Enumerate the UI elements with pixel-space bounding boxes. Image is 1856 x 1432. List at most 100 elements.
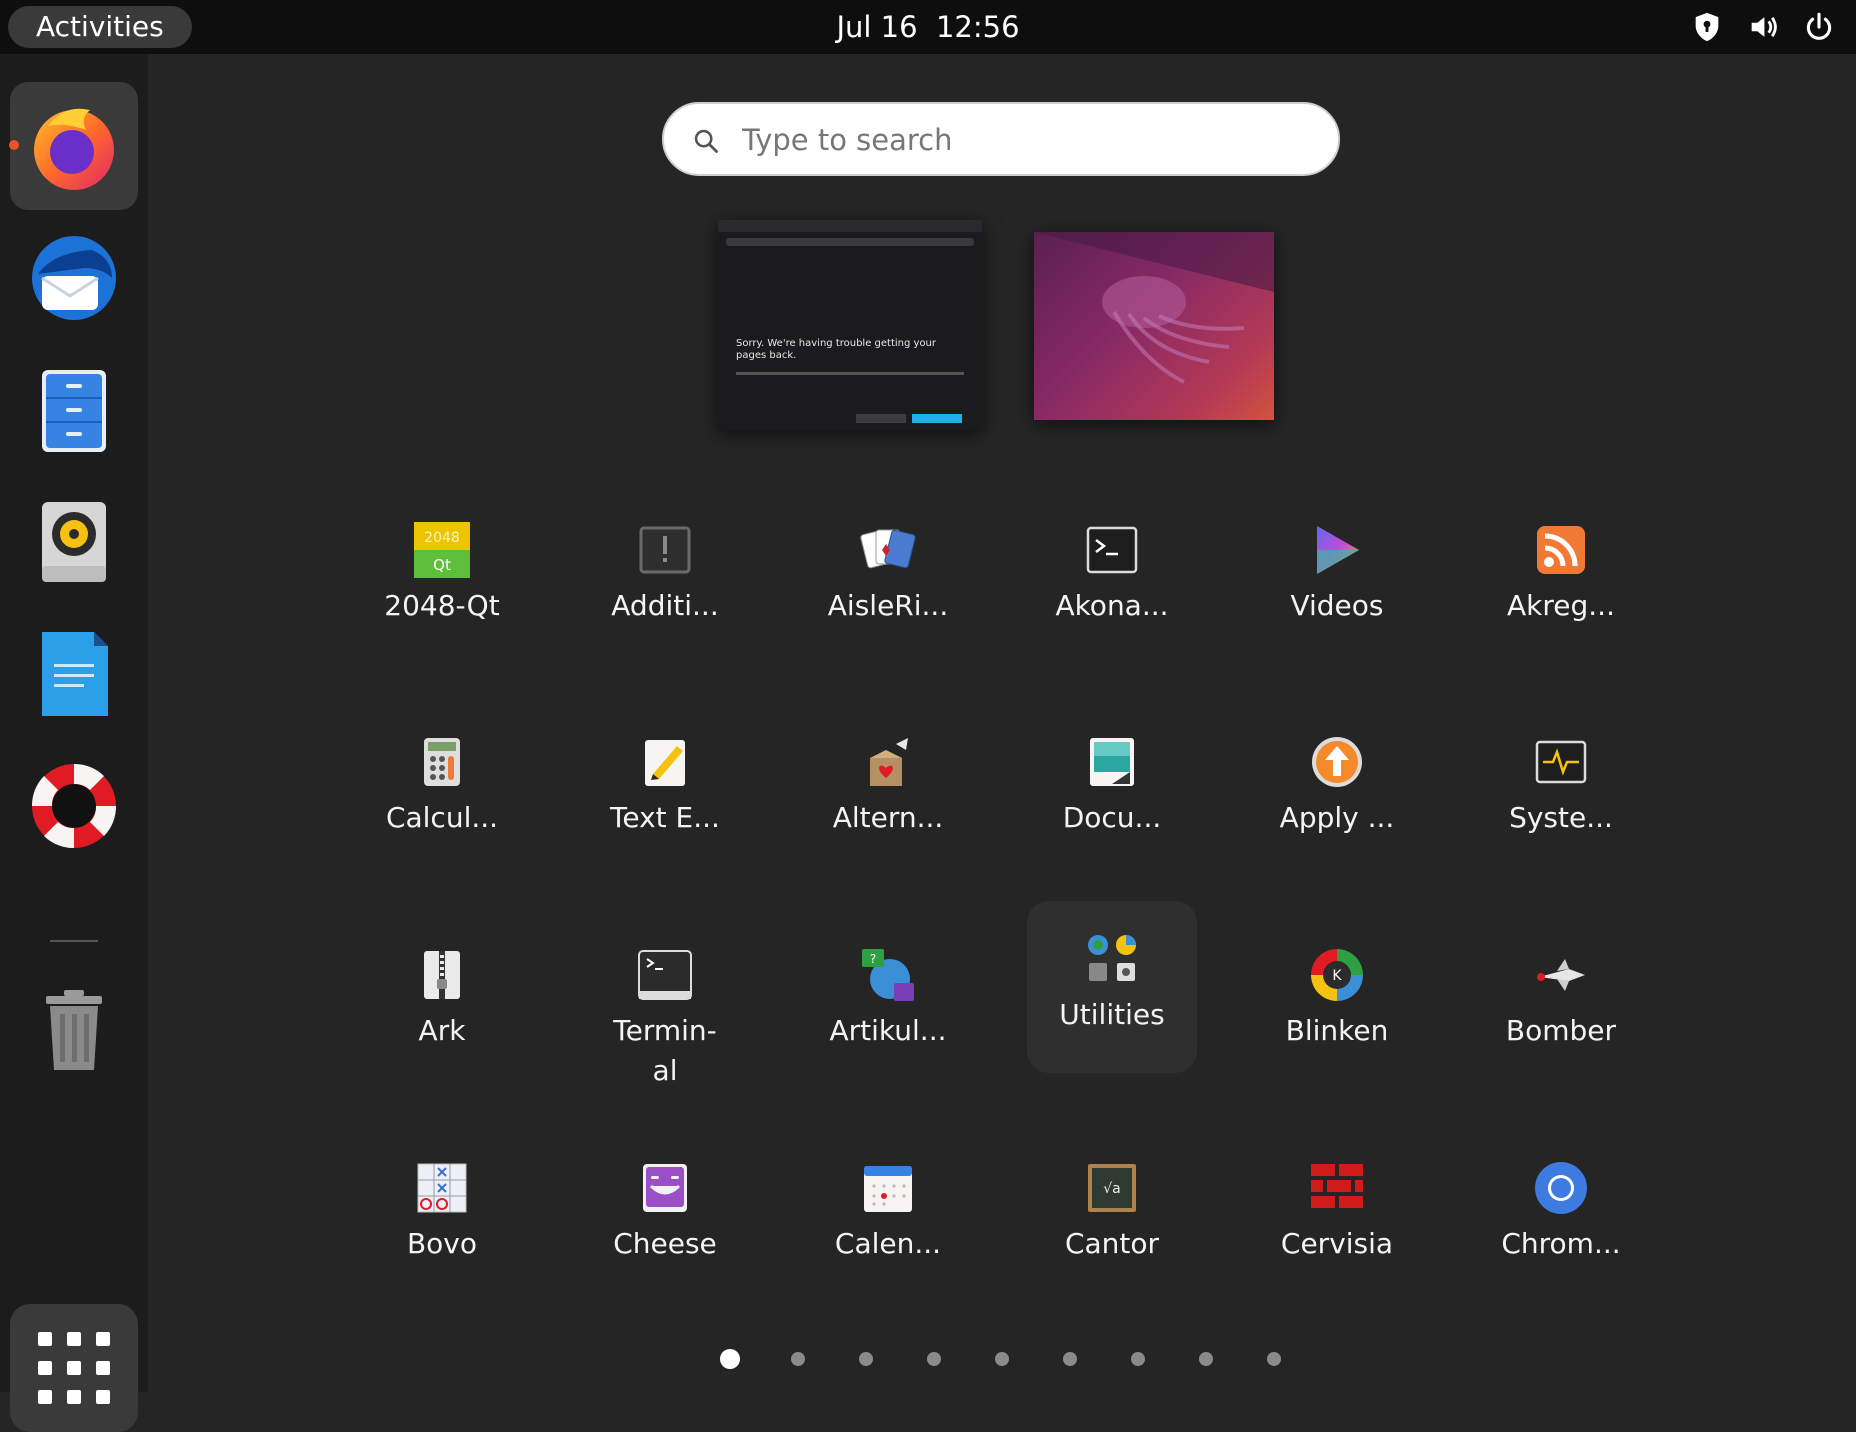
page-dot-6[interactable] (1063, 1352, 1077, 1366)
dash-item-trash[interactable] (10, 966, 138, 1094)
dash-item-files[interactable] (10, 346, 138, 474)
thumbnail-button-primary (912, 414, 962, 423)
app-cheese[interactable]: Cheese (580, 1138, 750, 1310)
cards-icon (860, 522, 916, 578)
folder-utilities-icon (1084, 931, 1140, 987)
app-document-viewer[interactable]: Docu... (1027, 712, 1197, 884)
page-dot-9[interactable] (1267, 1352, 1281, 1366)
app-label: Videos (1290, 589, 1384, 622)
app-label: Docu... (1062, 801, 1162, 834)
app-text-editor[interactable]: Text E... (580, 712, 750, 884)
app-label: Cheese (613, 1227, 717, 1260)
app-label: Ark (418, 1014, 466, 1047)
terminal-icon (1084, 522, 1140, 578)
app-label: Altern... (832, 801, 944, 834)
app-additional-drivers[interactable]: Additi... (580, 500, 750, 672)
app-cantor[interactable]: √a Cantor (1027, 1138, 1197, 1310)
search-input[interactable] (740, 114, 1304, 166)
thumbnail-text (736, 372, 964, 375)
app-utilities-folder[interactable]: Utilities (1027, 901, 1197, 1073)
app-label: Utilities (1059, 998, 1165, 1031)
clock: Jul 16 12:56 (0, 0, 1856, 54)
trash-icon (46, 990, 102, 1070)
bovo-icon (414, 1160, 470, 1216)
shield-icon[interactable] (1690, 10, 1724, 44)
app-label: Cantor (1064, 1227, 1160, 1260)
dash-separator (50, 940, 98, 942)
thunderbird-icon (32, 236, 116, 320)
clock-time: 12:56 (935, 10, 1020, 44)
app-bomber[interactable]: Bomber (1476, 925, 1646, 1097)
running-indicator (9, 140, 19, 150)
2048-icon: 2048 Qt (414, 522, 470, 578)
app-cervisia[interactable]: Cervisia (1252, 1138, 1422, 1310)
volume-icon[interactable] (1746, 10, 1780, 44)
app-akregator[interactable]: Akreg... (1476, 500, 1646, 672)
page-dot-1[interactable] (720, 1349, 740, 1369)
app-apply-updates[interactable]: Apply ... (1252, 712, 1422, 884)
page-dot-3[interactable] (859, 1352, 873, 1366)
cheese-icon (637, 1160, 693, 1216)
workspace-thumbnail-firefox[interactable]: Sorry. We're having trouble getting your… (718, 220, 982, 430)
app-artikulate[interactable]: ? Artikul... (803, 925, 973, 1097)
firefox-icon (34, 108, 114, 190)
app-akonadi-console[interactable]: Akona... (1027, 500, 1197, 672)
cantor-icon: √a (1084, 1160, 1140, 1216)
system-tray[interactable] (1690, 10, 1836, 44)
document-viewer-icon (1084, 734, 1140, 790)
clock-date: Jul 16 (836, 10, 918, 44)
rss-icon (1533, 522, 1589, 578)
app-label: Termin-al (613, 1014, 717, 1087)
page-dot-8[interactable] (1199, 1352, 1213, 1366)
dash-item-thunderbird[interactable] (10, 214, 138, 342)
app-label: Syste... (1509, 801, 1613, 834)
app-bovo[interactable]: Bovo (357, 1138, 527, 1310)
app-system-monitor[interactable]: Syste... (1476, 712, 1646, 884)
app-ark[interactable]: Ark (357, 925, 527, 1097)
page-dot-4[interactable] (927, 1352, 941, 1366)
videos-icon (1309, 522, 1365, 578)
dash-item-firefox[interactable] (9, 82, 138, 210)
page-dot-5[interactable] (995, 1352, 1009, 1366)
app-label: Calen... (834, 1227, 942, 1260)
app-chromium[interactable]: Chrom... (1476, 1138, 1646, 1310)
activities-button[interactable]: Activities (8, 6, 192, 48)
dash-item-help[interactable] (10, 742, 138, 870)
clock-button[interactable]: Jul 16 12:56 (836, 10, 1019, 44)
calendar-icon (860, 1160, 916, 1216)
page-dot-7[interactable] (1131, 1352, 1145, 1366)
page-indicator (0, 1346, 1856, 1370)
artikulate-icon: ? (860, 947, 916, 1003)
app-label: Apply ... (1279, 801, 1395, 834)
app-blinken[interactable]: K Blinken (1252, 925, 1422, 1097)
thumbnail-tabbar (718, 220, 982, 232)
search-bar[interactable] (662, 102, 1340, 176)
system-monitor-icon (1533, 734, 1589, 790)
app-calendar[interactable]: Calen... (803, 1138, 973, 1310)
app-2048-qt[interactable]: 2048 Qt 2048-Qt (357, 500, 527, 672)
app-label: Text E... (610, 801, 720, 834)
jellyfish-wallpaper (1034, 232, 1274, 384)
dash-item-rhythmbox[interactable] (10, 478, 138, 606)
dash-item-writer[interactable] (10, 610, 138, 738)
page-dot-2[interactable] (791, 1352, 805, 1366)
app-terminal[interactable]: Termin-al (580, 925, 750, 1097)
writer-icon (42, 632, 108, 716)
alternatives-icon (860, 734, 916, 790)
dash (0, 54, 148, 1432)
app-calculator[interactable]: Calcul... (357, 712, 527, 884)
text-editor-icon (637, 734, 693, 790)
app-alternatives[interactable]: Altern... (803, 712, 973, 884)
bomber-icon (1533, 947, 1589, 1003)
cervisia-icon (1309, 1160, 1365, 1216)
app-label: Cervisia (1280, 1227, 1394, 1260)
app-videos[interactable]: Videos (1252, 500, 1422, 672)
app-label: Bovo (406, 1227, 478, 1260)
terminal-icon (637, 947, 693, 1003)
thumbnail-message: Sorry. We're having trouble getting your… (736, 338, 937, 361)
app-label: Blinken (1285, 1014, 1389, 1047)
app-aisleriot[interactable]: AisleRi... (803, 500, 973, 672)
power-icon[interactable] (1802, 10, 1836, 44)
files-icon (42, 370, 106, 452)
workspace-thumbnail-desktop[interactable] (1034, 232, 1274, 420)
